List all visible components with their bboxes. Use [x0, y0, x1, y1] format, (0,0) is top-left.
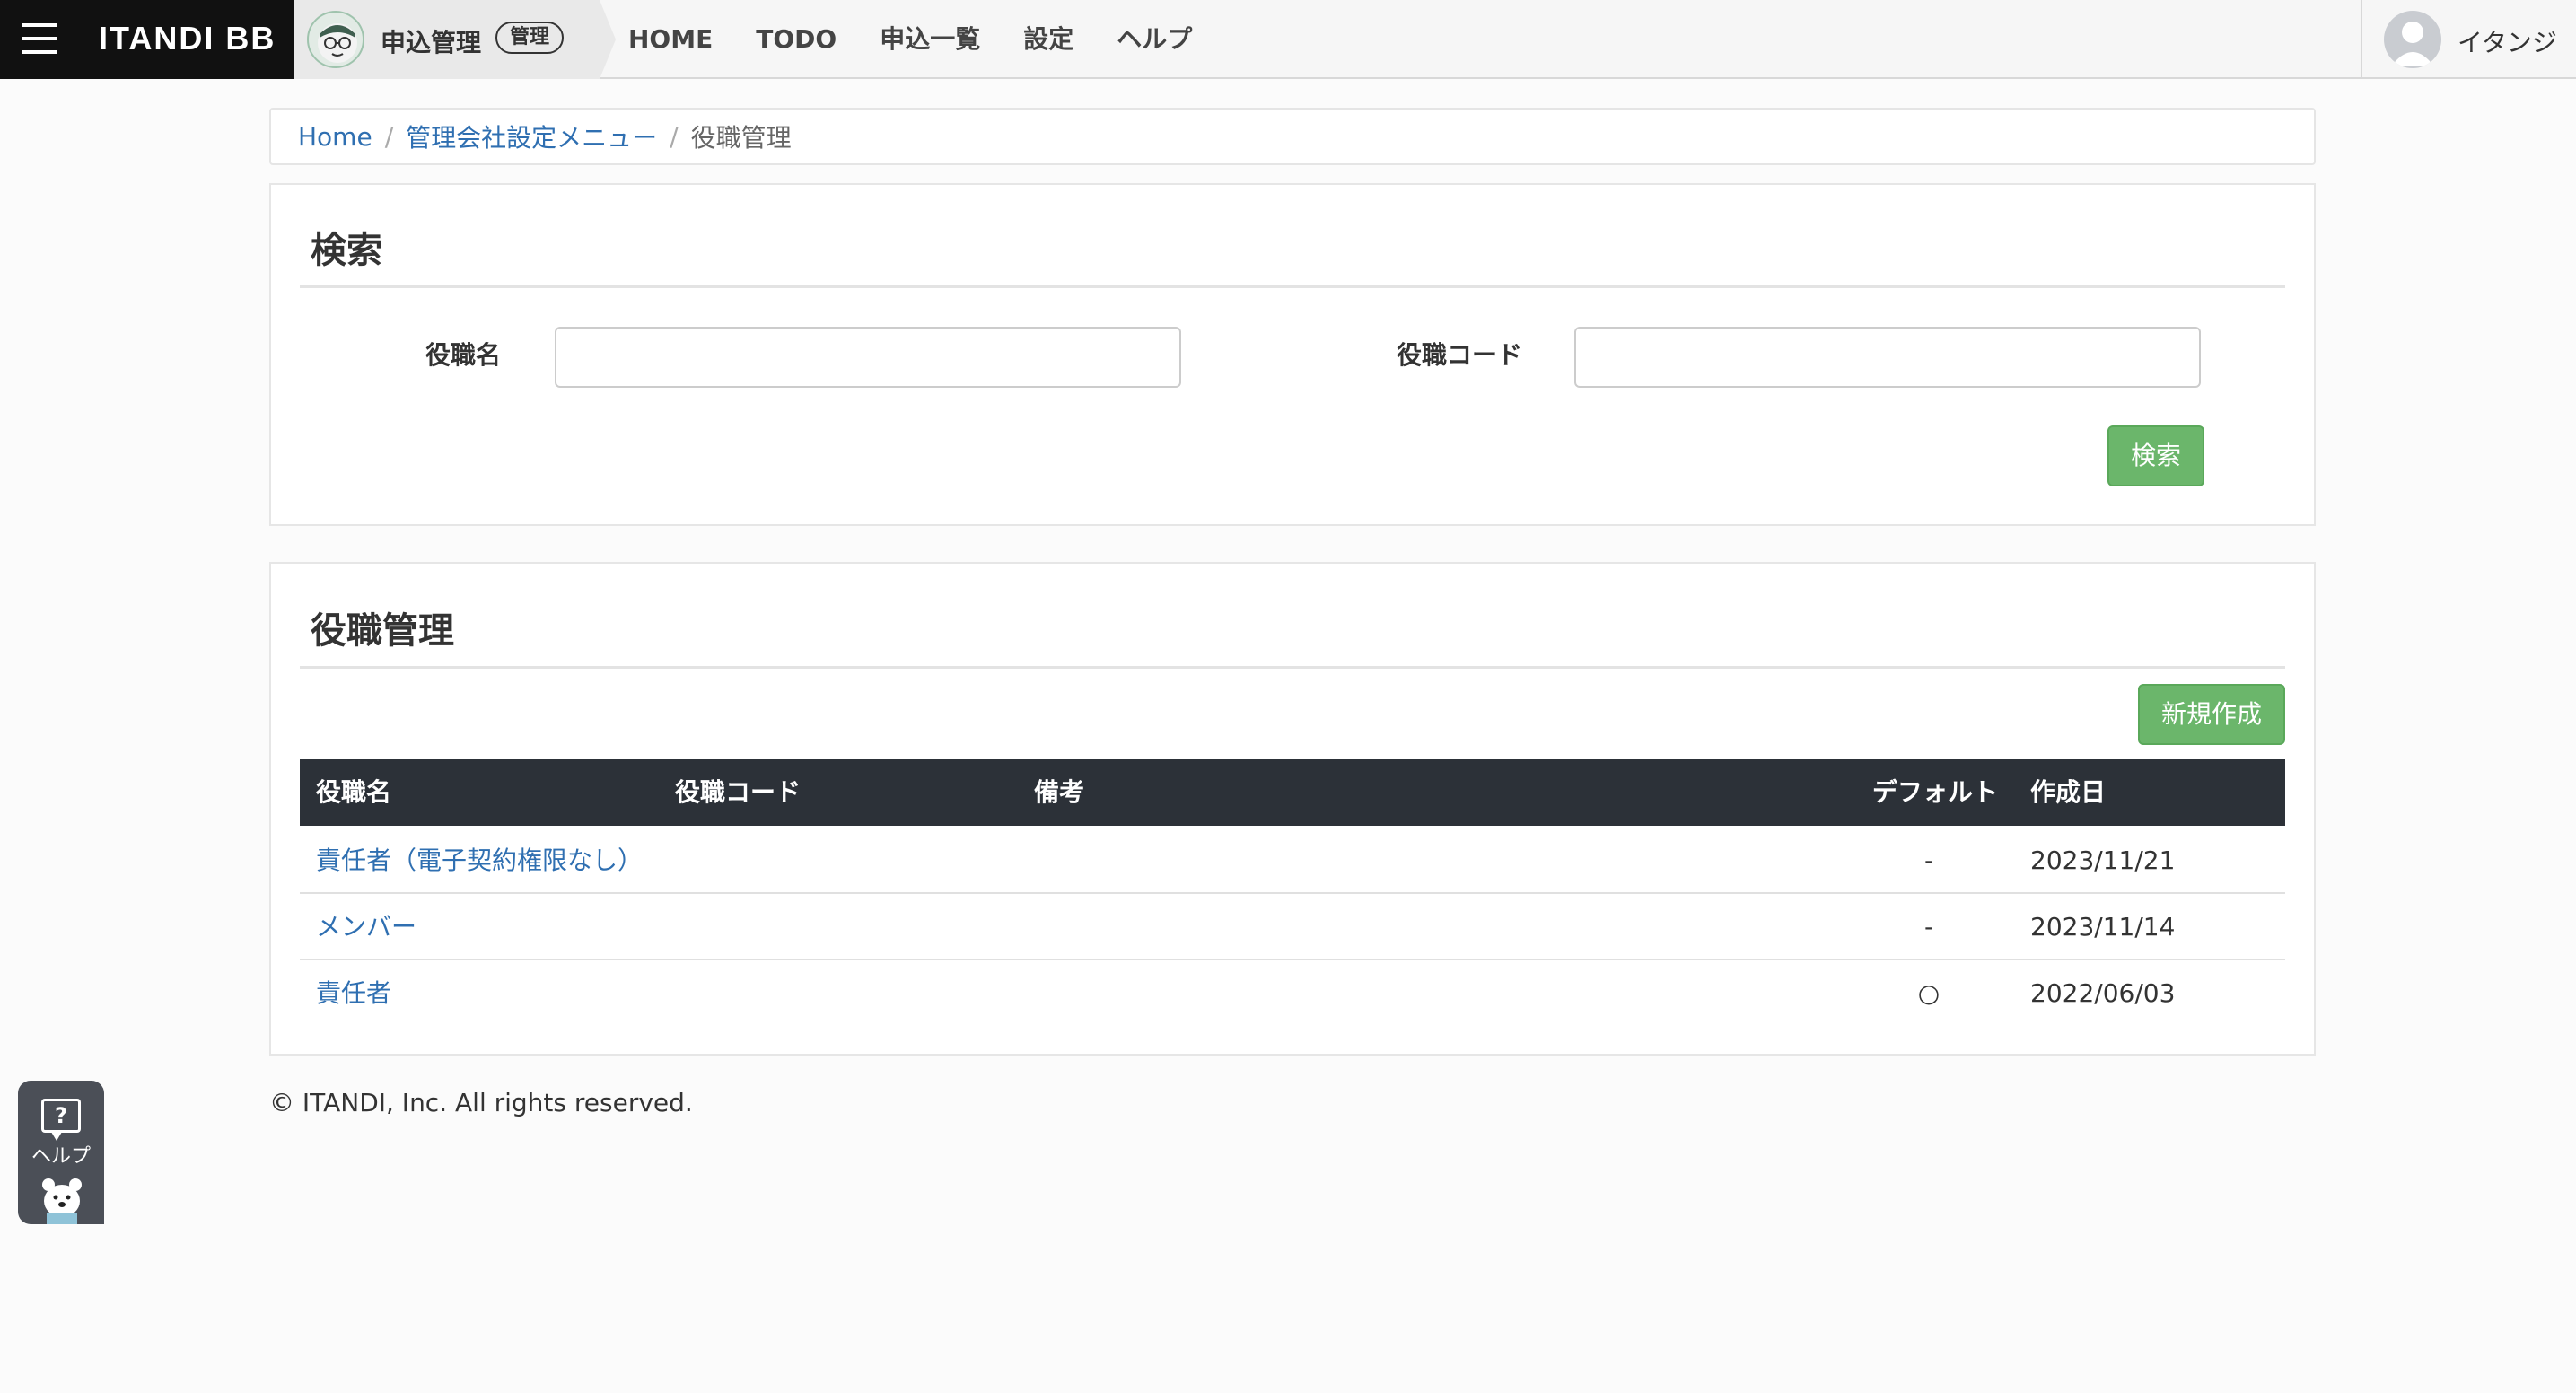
nav-settings[interactable]: 設定 — [1023, 0, 1073, 79]
help-question-icon: ? — [41, 1099, 81, 1141]
divider — [300, 285, 2285, 288]
breadcrumb-settings-menu[interactable]: 管理会社設定メニュー — [406, 118, 657, 154]
position-code-label: 役職コード — [1397, 340, 1523, 370]
table-row: 責任者 ○ 2022/06/03 — [300, 960, 2285, 1027]
top-navbar: ITANDI BB 申込管理 管理 HOME TODO 申込一覧 設定 ヘルプ — [0, 0, 2576, 79]
copyright-footer: © ITANDI, Inc. All rights reserved. — [269, 1088, 693, 1117]
search-button[interactable]: 検索 — [2107, 425, 2204, 486]
bear-mascot-icon — [39, 1174, 84, 1224]
position-name-link[interactable]: 責任者（電子契約権限なし） — [316, 828, 643, 894]
nav-applications[interactable]: 申込一覧 — [880, 0, 980, 79]
position-name-label: 役職名 — [425, 340, 502, 370]
column-header-name: 役職名 — [316, 777, 392, 807]
column-header-created: 作成日 — [2030, 777, 2107, 807]
divider — [300, 666, 2285, 669]
user-avatar-icon — [2384, 11, 2441, 68]
nav-help[interactable]: ヘルプ — [1117, 0, 1192, 79]
brand-area: ITANDI BB — [0, 0, 294, 79]
position-name-input[interactable] — [555, 327, 1181, 388]
table-row: 責任者（電子契約権限なし） - 2023/11/21 — [300, 828, 2285, 894]
position-list-panel: 役職管理 新規作成 役職名 役職コード 備考 デフォルト 作成日 責任者（電子契… — [269, 562, 2316, 1056]
main-nav: HOME TODO 申込一覧 設定 ヘルプ — [628, 0, 1235, 79]
default-cell: - — [1923, 912, 1934, 942]
help-widget[interactable]: ? ヘルプ — [18, 1081, 104, 1224]
hamburger-menu-icon[interactable] — [22, 23, 57, 54]
breadcrumb-chevron — [600, 0, 616, 79]
created-date-cell: 2022/06/03 — [2030, 978, 2176, 1008]
search-panel-title: 検索 — [311, 230, 382, 271]
breadcrumb-separator: / — [384, 121, 394, 152]
breadcrumb: Home / 管理会社設定メニュー / 役職管理 — [269, 108, 2316, 165]
list-panel-title: 役職管理 — [311, 610, 454, 652]
default-cell: ○ — [1917, 978, 1941, 1008]
column-header-code: 役職コード — [675, 777, 802, 807]
app-name: 申込管理 — [381, 28, 482, 57]
user-name: イタンジ — [2458, 28, 2557, 57]
brand-logo[interactable]: ITANDI BB — [99, 20, 276, 57]
table-row: メンバー - 2023/11/14 — [300, 894, 2285, 960]
user-menu[interactable]: イタンジ — [2361, 0, 2576, 79]
help-icon-glyph: ? — [55, 1103, 67, 1128]
table-header: 役職名 役職コード 備考 デフォルト 作成日 — [300, 759, 2285, 826]
app-mascot-icon — [307, 11, 364, 68]
position-code-input[interactable] — [1574, 327, 2201, 388]
column-header-note: 備考 — [1034, 777, 1085, 807]
nav-home[interactable]: HOME — [628, 0, 713, 79]
column-header-default: デフォルト — [1872, 777, 1999, 807]
breadcrumb-home[interactable]: Home — [298, 122, 372, 152]
breadcrumb-separator: / — [670, 121, 679, 152]
created-date-cell: 2023/11/21 — [2030, 845, 2176, 875]
create-new-button[interactable]: 新規作成 — [2138, 684, 2285, 745]
default-cell: - — [1923, 845, 1934, 875]
breadcrumb-current: 役職管理 — [690, 123, 792, 153]
created-date-cell: 2023/11/14 — [2030, 912, 2176, 942]
app-switcher[interactable]: 申込管理 管理 — [294, 0, 616, 79]
admin-badge: 管理 — [495, 22, 565, 54]
search-panel: 検索 役職名 役職コード 検索 — [269, 183, 2316, 526]
position-name-link[interactable]: 責任者 — [316, 960, 391, 1027]
position-name-link[interactable]: メンバー — [316, 894, 416, 960]
nav-todo[interactable]: TODO — [756, 0, 837, 79]
help-widget-label: ヘルプ — [31, 1145, 91, 1168]
